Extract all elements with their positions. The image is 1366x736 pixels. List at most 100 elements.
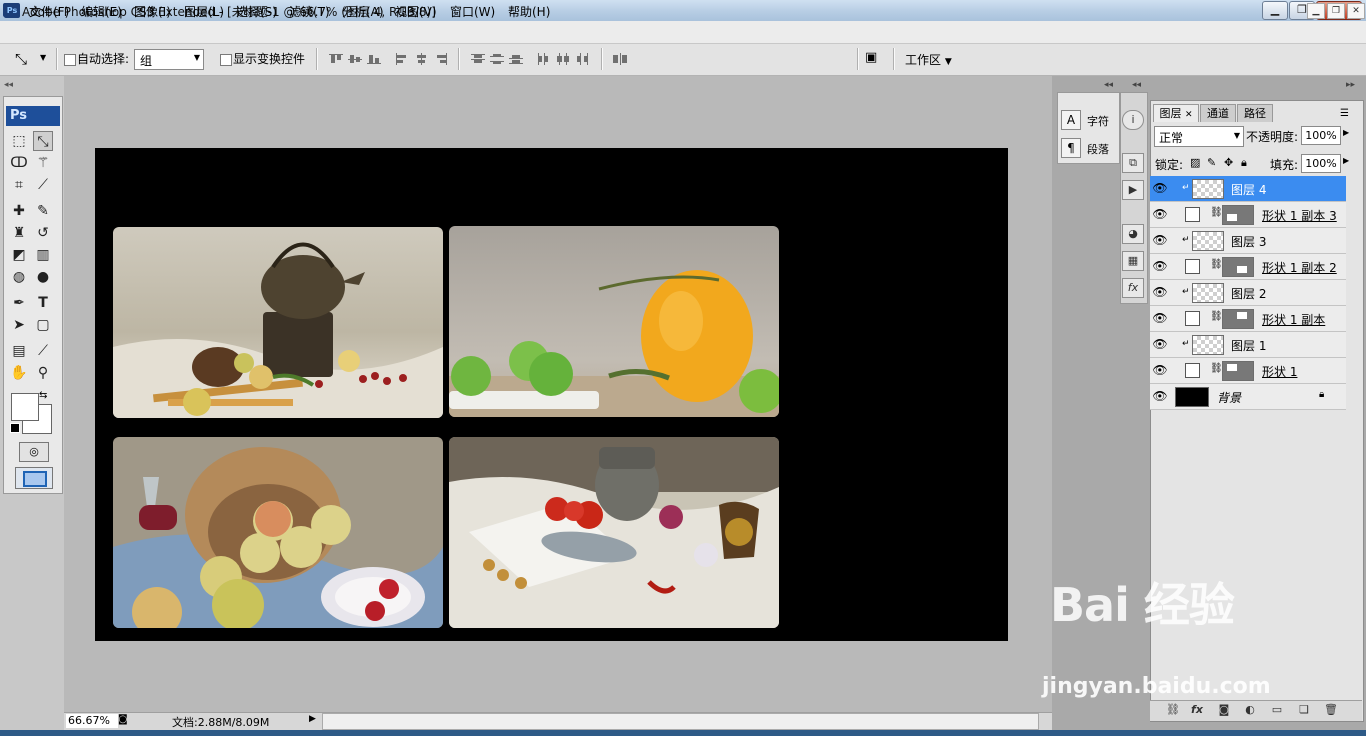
- pen-icon[interactable]: ✒: [9, 293, 29, 313]
- doc-restore-button[interactable]: ❐: [1327, 3, 1345, 19]
- layer-name[interactable]: 图层 2: [1231, 285, 1266, 302]
- collapse-arrows-icon[interactable]: ◂◂: [4, 80, 13, 90]
- eraser-icon[interactable]: ◩: [9, 245, 29, 265]
- info-icon[interactable]: i: [1122, 110, 1144, 130]
- move-icon[interactable]: ⤡: [33, 131, 53, 151]
- vector-mask-box[interactable]: [1185, 363, 1200, 378]
- layer-name[interactable]: 图层 4: [1231, 181, 1266, 198]
- close-icon[interactable]: ✕: [1185, 110, 1193, 120]
- menu-view[interactable]: 视图(V): [395, 3, 437, 20]
- bridge-icon[interactable]: ▣: [865, 50, 887, 68]
- doc-close-button[interactable]: ✕: [1347, 3, 1365, 19]
- marquee-icon[interactable]: ⬚: [9, 131, 29, 151]
- horizontal-scrollbar[interactable]: [322, 713, 1039, 730]
- visibility-eye-icon[interactable]: 👁︎: [1151, 384, 1169, 409]
- menu-image[interactable]: 图像(I): [134, 3, 171, 20]
- new-layer-icon[interactable]: ❏: [1297, 703, 1311, 717]
- align-horizontal-center-icon[interactable]: [415, 53, 429, 65]
- magic-wand-icon[interactable]: ⚚: [33, 153, 53, 173]
- blur-icon[interactable]: ◍: [9, 267, 29, 287]
- healing-brush-icon[interactable]: ✚: [9, 201, 29, 221]
- foreground-color-swatch[interactable]: [11, 393, 39, 421]
- visibility-eye-icon[interactable]: 👁︎: [1151, 358, 1169, 383]
- layer-style-icon[interactable]: fx: [1190, 703, 1204, 717]
- lock-all-icon[interactable]: 🔒︎: [1241, 156, 1247, 170]
- fill-slider-arrow-icon[interactable]: ▶: [1343, 156, 1349, 165]
- distribute-vertical-center-icon[interactable]: [490, 53, 504, 64]
- align-top-icon[interactable]: [329, 54, 343, 64]
- photo-fish-still-life[interactable]: [449, 437, 779, 628]
- visibility-eye-icon[interactable]: 👁︎: [1151, 202, 1169, 227]
- visibility-eye-icon[interactable]: 👁︎: [1151, 176, 1169, 201]
- dodge-icon[interactable]: ●: [33, 267, 53, 287]
- layer-name[interactable]: 形状 1 副本 3: [1262, 207, 1337, 224]
- quick-mask-icon[interactable]: ◎: [19, 442, 49, 462]
- blend-mode-dropdown[interactable]: 正常 ▼: [1154, 126, 1244, 147]
- color-panel-icon[interactable]: ◕: [1122, 224, 1144, 244]
- new-group-icon[interactable]: ▭: [1270, 703, 1284, 717]
- paragraph-panel-icon[interactable]: ¶: [1061, 138, 1081, 158]
- layer-name[interactable]: 形状 1: [1262, 363, 1297, 380]
- collapse-arrows-icon[interactable]: ◂◂: [1104, 80, 1113, 90]
- opacity-input[interactable]: 100%: [1301, 126, 1341, 145]
- crop-icon[interactable]: ⌗: [9, 175, 29, 195]
- doc-minimize-button[interactable]: ▁: [1307, 3, 1325, 19]
- visibility-eye-icon[interactable]: 👁︎: [1151, 254, 1169, 279]
- workspace-button[interactable]: 工作区 ▼: [905, 51, 952, 68]
- adjustment-layer-icon[interactable]: ◐: [1243, 703, 1257, 717]
- eyedropper-icon[interactable]: ⟋: [33, 341, 53, 361]
- align-bottom-icon[interactable]: [367, 54, 381, 64]
- visibility-eye-icon[interactable]: 👁︎: [1151, 228, 1169, 253]
- gradient-icon[interactable]: ▥: [33, 245, 53, 265]
- distribute-left-icon[interactable]: [537, 53, 551, 65]
- align-left-icon[interactable]: [396, 53, 410, 65]
- delete-layer-icon[interactable]: 🗑︎: [1324, 703, 1338, 717]
- menu-select[interactable]: 选择(S): [236, 3, 277, 20]
- character-panel-label[interactable]: 字符: [1087, 113, 1109, 129]
- history-panel-icon[interactable]: ⧉: [1122, 153, 1144, 173]
- vector-mask-box[interactable]: [1185, 207, 1200, 222]
- layer-name[interactable]: 图层 3: [1231, 233, 1266, 250]
- swap-colors-icon[interactable]: ⇆: [39, 390, 47, 401]
- minimize-button[interactable]: ▁: [1262, 1, 1288, 20]
- visibility-eye-icon[interactable]: 👁︎: [1151, 280, 1169, 305]
- menu-help[interactable]: 帮助(H): [508, 3, 550, 20]
- menu-filter[interactable]: 滤镜(T): [289, 3, 330, 20]
- lasso-icon[interactable]: ↀ: [9, 153, 29, 173]
- tool-preset-arrow-icon[interactable]: ▼: [40, 53, 46, 62]
- auto-align-layers-icon[interactable]: [613, 53, 627, 65]
- layer-name[interactable]: 图层 1: [1231, 337, 1266, 354]
- expand-arrows-icon[interactable]: ▸▸: [1346, 80, 1355, 90]
- history-brush-icon[interactable]: ↺: [33, 223, 53, 243]
- auto-select-checkbox[interactable]: [64, 54, 76, 66]
- link-layers-icon[interactable]: ⛓: [1166, 703, 1180, 717]
- paragraph-panel-label[interactable]: 段落: [1087, 141, 1109, 157]
- fill-input[interactable]: 100%: [1301, 154, 1341, 173]
- type-icon[interactable]: T: [33, 293, 53, 313]
- layer-name[interactable]: 形状 1 副本 2: [1262, 259, 1337, 276]
- align-vertical-center-icon[interactable]: [348, 54, 362, 64]
- clone-stamp-icon[interactable]: ♜: [9, 223, 29, 243]
- photo-apples-and-melon[interactable]: [449, 226, 779, 417]
- move-tool-icon[interactable]: ⤡: [15, 50, 27, 68]
- photo-basket-and-pears[interactable]: [113, 437, 443, 628]
- actions-panel-icon[interactable]: ▶: [1122, 180, 1144, 200]
- menu-window[interactable]: 窗口(W): [450, 3, 495, 20]
- default-colors-icon[interactable]: [10, 423, 20, 433]
- tab-layers[interactable]: 图层 ✕: [1153, 104, 1199, 122]
- vector-mask-box[interactable]: [1185, 311, 1200, 326]
- slice-icon[interactable]: ⟋: [33, 175, 53, 195]
- zoom-icon[interactable]: ⚲: [33, 363, 53, 383]
- menu-edit[interactable]: 编辑(E): [81, 3, 122, 20]
- notes-icon[interactable]: ▤: [9, 341, 29, 361]
- tab-channels[interactable]: 通道: [1200, 104, 1236, 122]
- status-menu-arrow-icon[interactable]: ▶: [309, 714, 316, 724]
- opacity-slider-arrow-icon[interactable]: ▶: [1343, 128, 1349, 137]
- visibility-eye-icon[interactable]: 👁︎: [1151, 332, 1169, 357]
- visibility-eye-icon[interactable]: 👁︎: [1151, 306, 1169, 331]
- lock-transparent-icon[interactable]: ▨: [1190, 156, 1200, 169]
- hand-icon[interactable]: ✋: [9, 363, 29, 383]
- screen-mode-button[interactable]: [15, 467, 53, 489]
- layer-name[interactable]: 背景: [1217, 389, 1241, 406]
- distribute-horizontal-center-icon[interactable]: [556, 53, 570, 65]
